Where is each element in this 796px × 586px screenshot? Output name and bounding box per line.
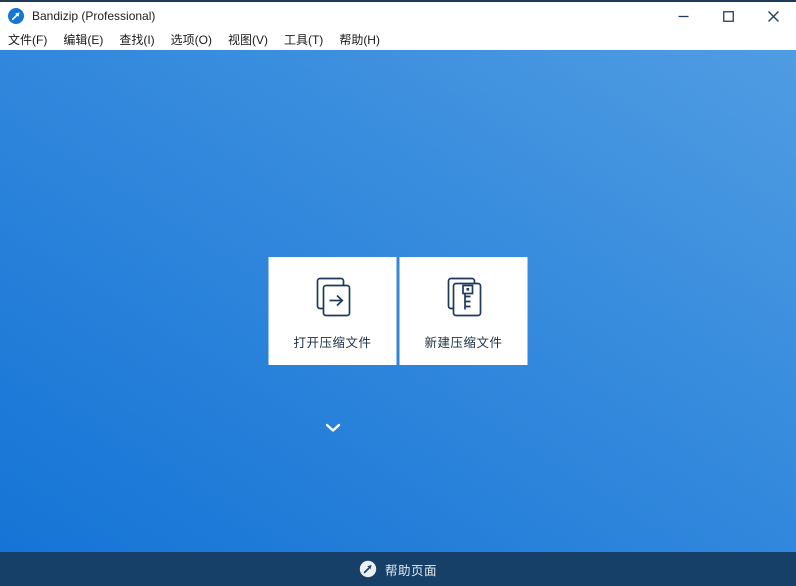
menu-view[interactable]: 视图(V) (220, 30, 276, 51)
new-archive-icon (440, 271, 488, 325)
menu-file[interactable]: 文件(F) (0, 30, 55, 51)
bandizip-logo-icon (8, 8, 24, 24)
menubar: 文件(F) 编辑(E) 查找(I) 选项(O) 视图(V) 工具(T) 帮助(H… (0, 30, 796, 50)
titlebar: Bandizip (Professional) (0, 2, 796, 30)
new-archive-card[interactable]: 新建压缩文件 (399, 257, 528, 365)
maximize-button[interactable] (706, 2, 751, 30)
minimize-icon (678, 15, 689, 17)
action-cards: 打开压缩文件 新建压缩文件 (268, 257, 528, 365)
menu-find[interactable]: 查找(I) (111, 30, 162, 51)
statusbar: 帮助页面 (0, 552, 796, 586)
open-archive-card[interactable]: 打开压缩文件 (268, 257, 397, 365)
main-workspace: 打开压缩文件 新建压缩文件 (0, 50, 796, 552)
menu-help[interactable]: 帮助(H) (331, 30, 388, 51)
maximize-icon (723, 10, 734, 22)
app-window: Bandizip (Professional) 文件(F) 编辑(E) 查找(I… (0, 0, 796, 586)
help-page-link[interactable]: 帮助页面 (353, 558, 443, 581)
window-title: Bandizip (Professional) (32, 9, 156, 23)
menu-tools[interactable]: 工具(T) (276, 30, 331, 51)
close-icon (768, 10, 779, 22)
close-button[interactable] (751, 2, 796, 30)
open-archive-icon (309, 271, 357, 325)
menu-edit[interactable]: 编辑(E) (55, 30, 111, 51)
open-archive-label: 打开压缩文件 (293, 336, 372, 350)
help-logo-icon (359, 560, 377, 578)
window-controls (661, 2, 796, 30)
new-archive-label: 新建压缩文件 (424, 336, 503, 350)
minimize-button[interactable] (661, 2, 706, 30)
chevron-down-icon[interactable] (325, 420, 341, 432)
menu-options[interactable]: 选项(O) (163, 30, 220, 51)
help-page-label: 帮助页面 (384, 563, 437, 578)
